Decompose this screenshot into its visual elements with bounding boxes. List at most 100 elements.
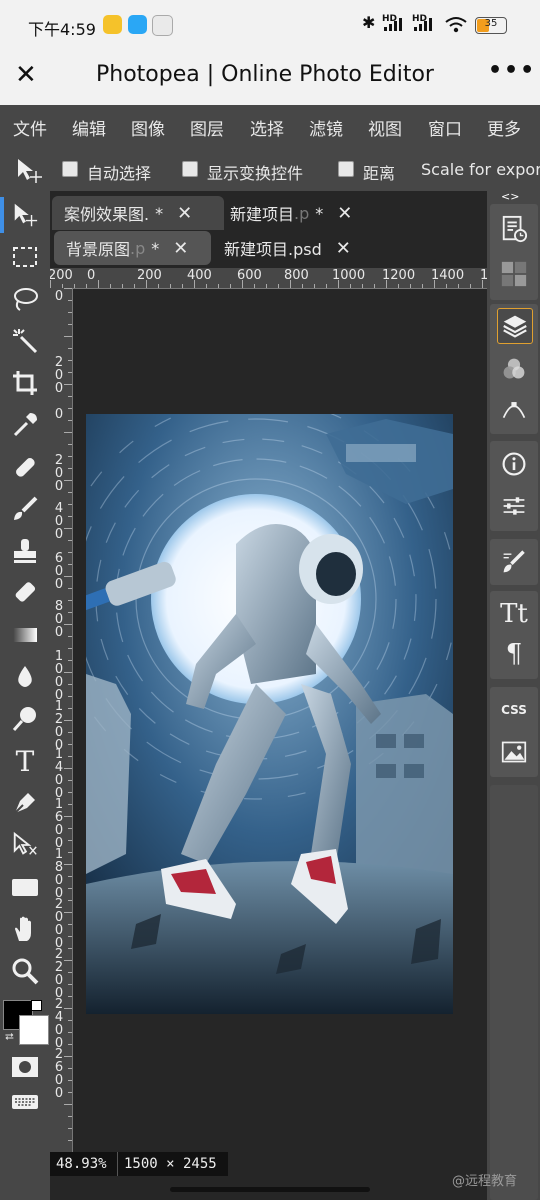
brush-tool-icon[interactable]: [7, 491, 43, 527]
ruler-tick-mark: [68, 684, 72, 685]
eyedropper-tool-icon[interactable]: [7, 407, 43, 443]
background-color-swatch[interactable]: [19, 1015, 49, 1045]
swap-colors-icon[interactable]: ⮂: [5, 1030, 14, 1044]
close-tab-icon[interactable]: ✕: [337, 203, 352, 224]
menu-filter[interactable]: 滤镜: [309, 115, 343, 140]
rectangle-tool-icon[interactable]: [7, 869, 43, 905]
character-icon[interactable]: Tt: [497, 597, 531, 631]
menu-more[interactable]: 更多: [487, 115, 521, 140]
menu-file[interactable]: 文件: [13, 115, 47, 140]
tab-label: 案例效果图.: [64, 205, 150, 224]
show-transform-checkbox[interactable]: [182, 161, 198, 177]
tab-document-1[interactable]: 案例效果图. * ✕: [52, 196, 224, 230]
auto-select-checkbox[interactable]: [62, 161, 78, 177]
channels-icon[interactable]: [497, 352, 531, 386]
menu-image[interactable]: 图像: [131, 115, 165, 140]
tab-document-3-active[interactable]: 背景原图 .p * ✕: [54, 231, 211, 265]
direct-selection-tool-icon[interactable]: [7, 827, 43, 863]
menu-layer[interactable]: 图层: [190, 115, 224, 140]
ruler-tick-mark: [64, 432, 72, 433]
menu-select[interactable]: 选择: [250, 115, 284, 140]
distance-checkbox[interactable]: [338, 161, 354, 177]
ruler-tick-label: 200: [54, 453, 64, 494]
paragraph-icon[interactable]: ¶: [497, 637, 531, 671]
canvas-image-astronaut[interactable]: [86, 414, 453, 1014]
ruler-tick-mark: [64, 528, 72, 529]
menu-window[interactable]: 窗口: [428, 115, 462, 140]
ruler-tick-mark: [278, 284, 279, 288]
ruler-tick-mark: [64, 288, 72, 289]
home-indicator[interactable]: [170, 1187, 370, 1192]
auto-select-label: 自动选择: [87, 164, 152, 183]
signal-bars-icon: [414, 18, 432, 31]
ruler-tick-mark: [374, 284, 375, 288]
ruler-tick-label: 600: [237, 268, 262, 283]
tab-document-2[interactable]: 新建项目 .p * ✕: [218, 196, 390, 230]
close-tab-icon[interactable]: ✕: [177, 203, 192, 224]
stamp-tool-icon[interactable]: [7, 533, 43, 569]
image-icon[interactable]: [497, 735, 531, 769]
tab-label: 背景原图: [66, 240, 131, 259]
close-tab-icon[interactable]: ✕: [336, 238, 351, 259]
close-icon[interactable]: ✕: [15, 60, 37, 90]
type-tool-icon[interactable]: T: [7, 743, 43, 779]
eraser-tool-icon[interactable]: [7, 575, 43, 611]
dodge-tool-icon[interactable]: [7, 701, 43, 737]
ruler-tick-mark: [68, 696, 72, 697]
status-divider: [117, 1152, 118, 1176]
swatches-icon[interactable]: [497, 257, 531, 291]
gradient-tool-icon[interactable]: [7, 617, 43, 653]
more-icon[interactable]: •••: [488, 58, 536, 83]
css-icon[interactable]: CSS: [497, 693, 531, 727]
blur-tool-icon[interactable]: [7, 659, 43, 695]
hand-tool-icon[interactable]: [7, 911, 43, 947]
keyboard-icon[interactable]: [7, 1083, 43, 1119]
default-colors-icon[interactable]: [31, 1000, 42, 1011]
panel-group-type: Tt ¶: [490, 591, 538, 679]
scale-for-export-label[interactable]: Scale for expor: [421, 160, 540, 179]
ruler-tick-mark: [122, 284, 123, 288]
move-tool-icon[interactable]: [14, 157, 44, 185]
ruler-tick-mark: [68, 300, 72, 301]
ruler-tick-label: 800: [284, 268, 309, 283]
magic-wand-tool-icon[interactable]: [7, 323, 43, 359]
ruler-tick-mark: [68, 312, 72, 313]
info-icon[interactable]: [497, 447, 531, 481]
zoom-level[interactable]: 48.93%: [56, 1156, 107, 1172]
ruler-tick-mark: [64, 960, 72, 961]
paths-icon[interactable]: [497, 392, 531, 426]
ruler-tick-mark: [434, 280, 435, 288]
ruler-tick-mark: [74, 284, 75, 288]
zoom-tool-icon[interactable]: [7, 953, 43, 989]
marquee-tool-icon[interactable]: [7, 239, 43, 275]
tab-document-4[interactable]: 新建项目.psd ✕: [212, 231, 394, 265]
history-icon[interactable]: [497, 212, 531, 246]
close-tab-icon[interactable]: ✕: [173, 238, 188, 259]
layers-icon[interactable]: [497, 308, 533, 344]
ruler-tick-mark: [64, 576, 72, 577]
ruler-tick-mark: [68, 1080, 72, 1081]
ruler-tick-mark: [314, 284, 315, 288]
panel-toggle[interactable]: <>: [501, 190, 519, 203]
ruler-tick-mark: [68, 540, 72, 541]
crop-tool-icon[interactable]: [7, 365, 43, 401]
menu-view[interactable]: 视图: [368, 115, 402, 140]
quick-mask-icon[interactable]: [7, 1049, 43, 1085]
ruler-tick-mark: [68, 828, 72, 829]
pen-tool-icon[interactable]: [7, 785, 43, 821]
ruler-tick-label: 400: [54, 501, 64, 542]
brush-settings-icon[interactable]: [497, 545, 531, 579]
watermark-text: @远程教育: [452, 1174, 518, 1189]
ruler-tick-mark: [68, 600, 72, 601]
lasso-tool-icon[interactable]: [7, 281, 43, 317]
ruler-tick-mark: [68, 612, 72, 613]
menu-edit[interactable]: 编辑: [72, 115, 106, 140]
ruler-tick-mark: [64, 768, 72, 769]
healing-brush-tool-icon[interactable]: [7, 449, 43, 485]
properties-icon[interactable]: [497, 489, 531, 523]
ruler-tick-mark: [386, 280, 387, 288]
ruler-tick-mark: [68, 924, 72, 925]
ruler-tick-mark: [68, 732, 72, 733]
ruler-tick-label: 800: [54, 599, 64, 640]
move-tool-icon[interactable]: [7, 197, 43, 233]
